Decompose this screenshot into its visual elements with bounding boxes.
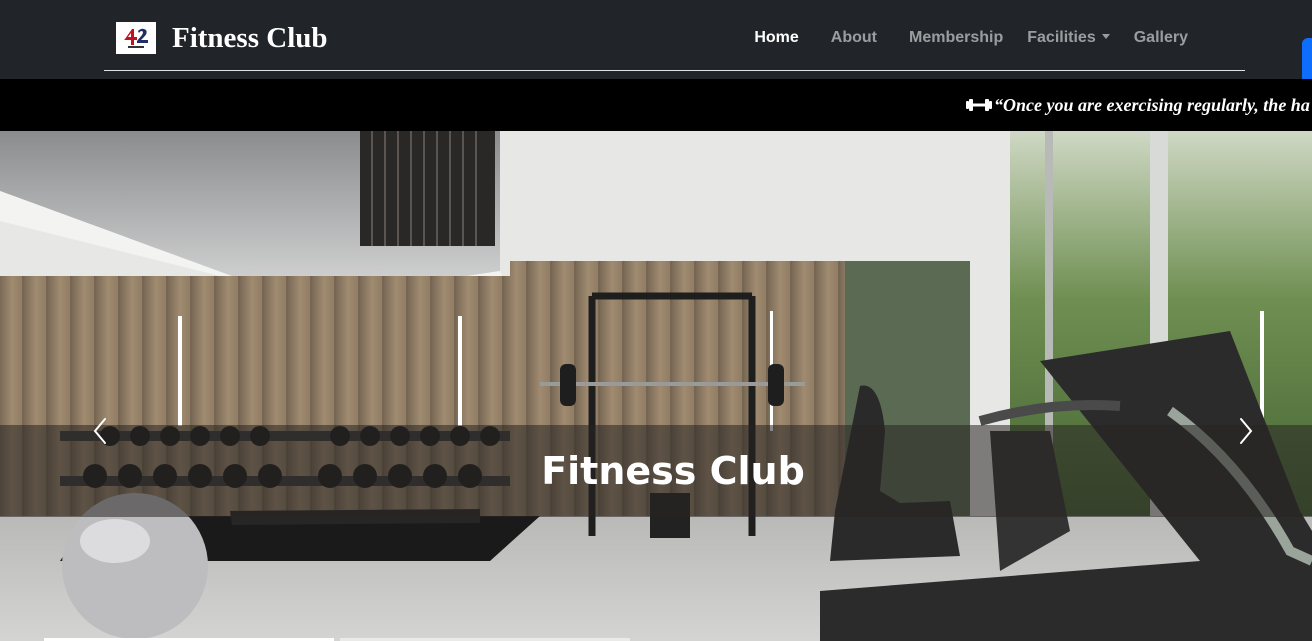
dumbbell-icon	[966, 99, 992, 111]
quote-marquee: “Once you are exercising regularly, the …	[0, 79, 1312, 131]
brand-name: Fitness Club	[172, 22, 328, 54]
carousel-prev-button[interactable]	[86, 413, 114, 449]
main-nav: Home About Membership Facilities Gallery	[754, 26, 1188, 50]
marquee-content: “Once you are exercising regularly, the …	[966, 79, 1310, 131]
hero-carousel: Fitness Club	[0, 131, 1312, 641]
navbar-side-button[interactable]	[1302, 38, 1312, 83]
carousel-next-button[interactable]	[1232, 413, 1260, 449]
nav-facilities-dropdown[interactable]: Facilities	[1027, 26, 1110, 50]
chevron-right-icon	[1240, 418, 1253, 444]
nav-facilities-label: Facilities	[1027, 29, 1096, 46]
slide-caption: Fitness Club	[541, 449, 805, 493]
brand-link[interactable]: Fitness Club	[116, 21, 328, 55]
top-navbar: Fitness Club Home About Membership Facil…	[0, 0, 1312, 83]
caret-down-icon	[1101, 34, 1110, 39]
gym-interior-image	[0, 131, 1312, 641]
nav-home-link[interactable]: Home	[754, 26, 798, 50]
fitness-club-logo-icon	[116, 22, 156, 54]
navbar-container: Fitness Club Home About Membership Facil…	[104, 0, 1245, 71]
carousel-indicators	[0, 635, 1312, 641]
nav-gallery-link[interactable]: Gallery	[1134, 26, 1188, 50]
marquee-quote-text: “Once you are exercising regularly, the …	[994, 94, 1310, 115]
chevron-left-icon	[93, 418, 106, 444]
nav-membership-link[interactable]: Membership	[909, 26, 1003, 50]
nav-about-link[interactable]: About	[831, 26, 877, 50]
